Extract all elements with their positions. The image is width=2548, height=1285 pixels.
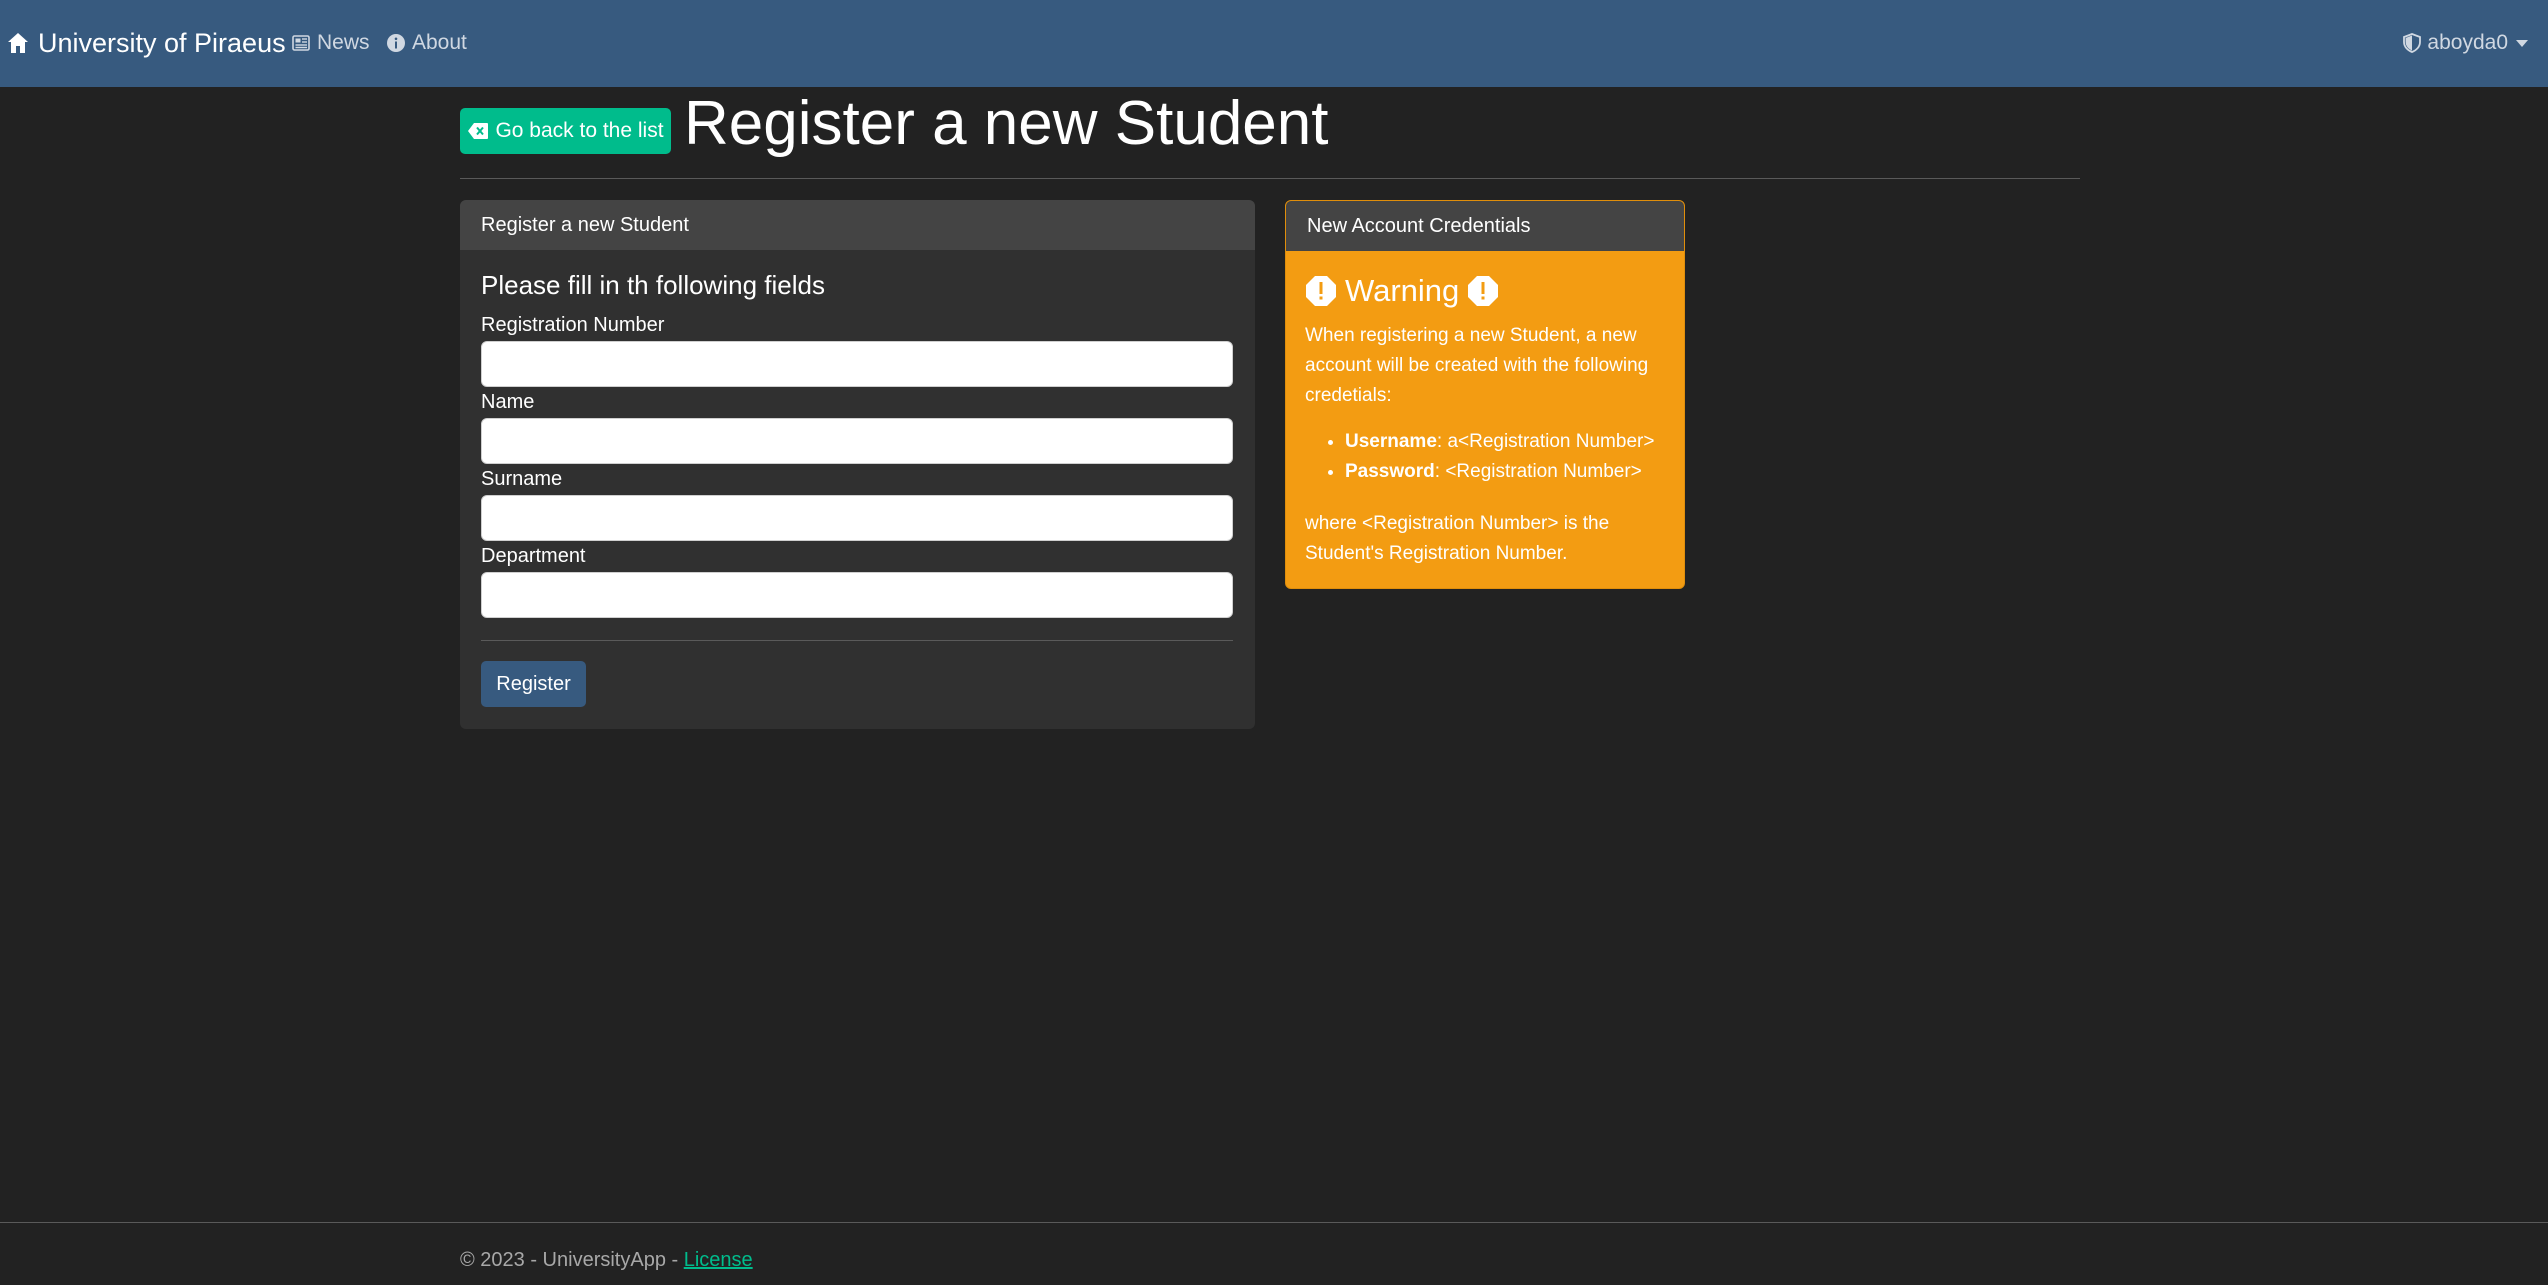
caret-down-icon (2516, 39, 2528, 47)
form-card-header: Register a new Student (460, 200, 1255, 250)
backspace-icon (468, 123, 489, 139)
name-label: Name (481, 391, 535, 413)
license-link[interactable]: License (684, 1249, 753, 1271)
nav-about-label: About (412, 31, 467, 54)
name-input[interactable] (481, 418, 1233, 464)
warning-card-header: New Account Credentials (1286, 201, 1684, 251)
user-name: aboyda0 (2427, 31, 2508, 54)
warning-title: Warning (1305, 273, 1499, 309)
surname-input[interactable] (481, 495, 1233, 541)
warning-outro: where <Registration Number> is the Stude… (1305, 513, 1610, 564)
registration-number-input[interactable] (481, 341, 1233, 387)
exclamation-octagon-icon (1468, 276, 1499, 306)
register-button[interactable]: Register (481, 661, 586, 707)
nav-news-label: News (317, 31, 370, 54)
credential-key: Username (1345, 431, 1437, 452)
credential-password: Password: <Registration Number> (1345, 457, 1654, 487)
warning-intro: When registering a new Student, a new ac… (1305, 325, 1649, 406)
department-label: Department (481, 545, 586, 567)
brand-label: University of Piraeus (38, 27, 286, 58)
back-to-list-label: Go back to the list (495, 119, 664, 142)
user-menu-dropdown[interactable]: aboyda0 (2403, 29, 2528, 57)
credential-value: : a<Registration Number> (1436, 431, 1655, 452)
register-form-card: Register a new Student Please fill in th… (460, 200, 1255, 729)
footer-divider (0, 1222, 2548, 1223)
credentials-list: Username: a<Registration Number> Passwor… (1305, 427, 1654, 487)
credentials-warning-card: New Account Credentials Warning When reg… (1285, 200, 1685, 589)
warning-title-text: Warning (1345, 273, 1460, 308)
nav-news-link[interactable]: News (291, 29, 370, 57)
form-heading: Please fill in th following fields (481, 270, 825, 300)
back-to-list-button[interactable]: Go back to the list (460, 108, 671, 154)
page-title: Register a new Student (684, 89, 1329, 158)
footer-copyright: © 2023 - UniversityApp - (460, 1249, 684, 1271)
shield-icon (2403, 33, 2422, 53)
header-divider (460, 178, 2080, 179)
navbar: University of Piraeus News About aboyda0 (0, 0, 2548, 87)
exclamation-octagon-icon (1306, 276, 1336, 306)
home-icon (8, 33, 28, 53)
credential-username: Username: a<Registration Number> (1345, 427, 1654, 457)
brand-link[interactable]: University of Piraeus (6, 25, 286, 61)
surname-label: Surname (481, 468, 563, 490)
footer: © 2023 - UniversityApp - License (460, 1249, 753, 1272)
registration-number-label: Registration Number (481, 314, 665, 336)
newspaper-icon (292, 35, 310, 51)
form-divider (481, 640, 1233, 641)
credential-key: Password (1345, 461, 1435, 482)
info-icon (387, 34, 405, 52)
department-input[interactable] (481, 572, 1233, 618)
credential-value: : <Registration Number> (1434, 461, 1642, 482)
nav-about-link[interactable]: About (386, 29, 467, 57)
